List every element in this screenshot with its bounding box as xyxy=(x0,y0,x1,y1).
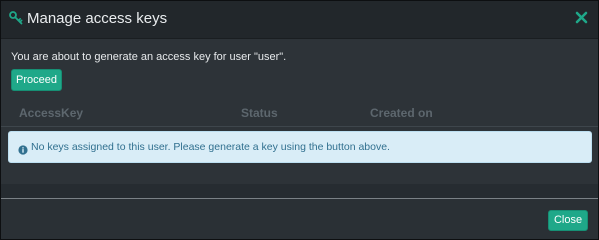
manage-access-keys-dialog: Manage access keys You are about to gene… xyxy=(0,0,599,240)
alert-message: No keys assigned to this user. Please ge… xyxy=(31,141,390,153)
column-header-created-on[interactable]: Created on xyxy=(370,106,433,120)
close-icon[interactable] xyxy=(575,11,588,24)
no-keys-alert: No keys assigned to this user. Please ge… xyxy=(8,131,592,163)
dialog-header: Manage access keys xyxy=(1,1,598,39)
dialog-footer: Close xyxy=(1,198,598,239)
info-icon xyxy=(18,142,28,155)
intro-text: You are about to generate an access key … xyxy=(11,51,287,63)
proceed-button[interactable]: Proceed xyxy=(11,69,62,91)
access-keys-table-header: AccessKey Status Created on xyxy=(1,101,598,127)
column-header-accesskey[interactable]: AccessKey xyxy=(19,106,83,120)
dialog-body: You are about to generate an access key … xyxy=(1,39,598,184)
close-button[interactable]: Close xyxy=(548,210,588,231)
column-header-status[interactable]: Status xyxy=(241,106,278,120)
dialog-title: Manage access keys xyxy=(27,10,168,27)
key-icon xyxy=(9,11,23,25)
